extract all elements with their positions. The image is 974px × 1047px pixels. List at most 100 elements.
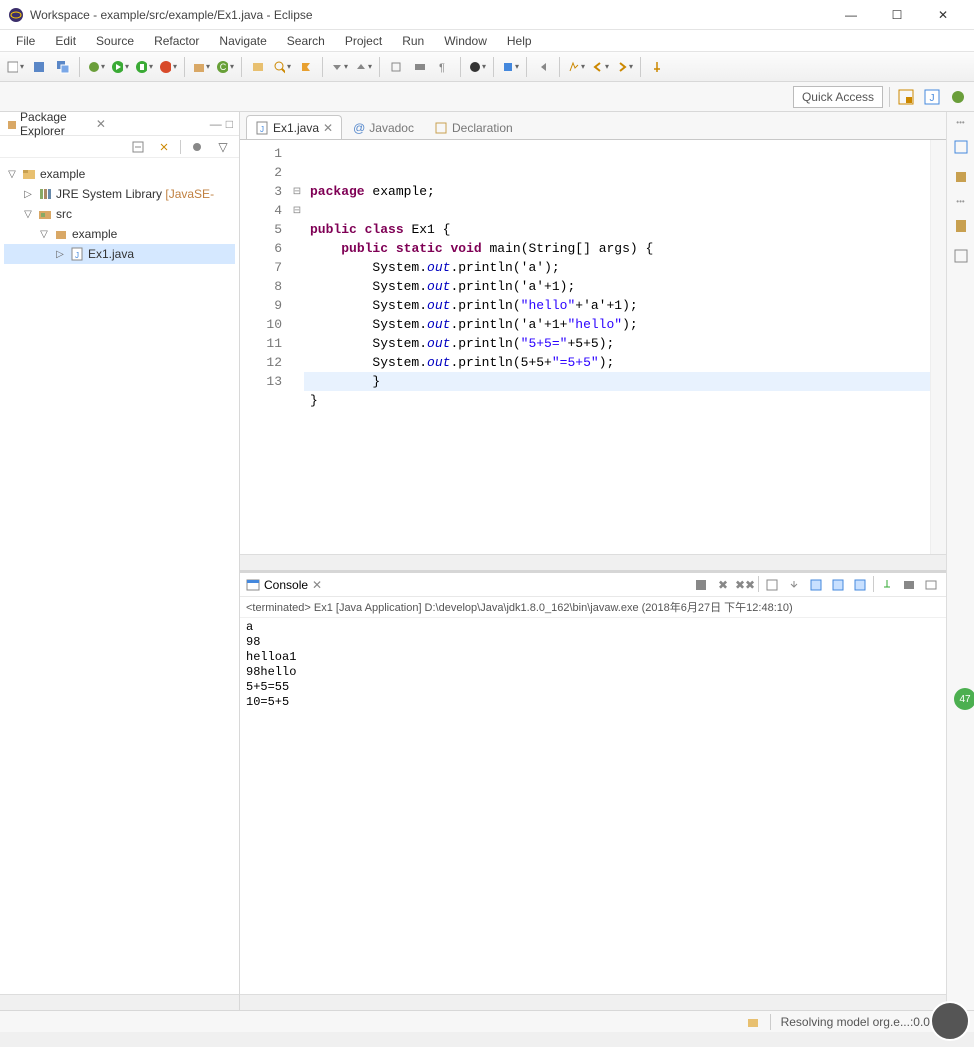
library-icon <box>38 187 52 201</box>
console-output[interactable]: a 98 helloa1 98hello 5+5=55 10=5+5 <box>240 618 946 994</box>
pin-button[interactable] <box>647 57 667 77</box>
tasks-view-icon[interactable] <box>951 167 971 187</box>
svg-text:J: J <box>260 125 264 134</box>
package-icon <box>6 117 16 131</box>
menu-source[interactable]: Source <box>86 31 144 51</box>
tree-project[interactable]: ▽ example <box>4 164 235 184</box>
link-editor-button[interactable] <box>154 137 174 157</box>
svg-text:¶: ¶ <box>439 62 445 74</box>
menu-refactor[interactable]: Refactor <box>144 31 209 51</box>
tree-src[interactable]: ▽ src <box>4 204 235 224</box>
menu-help[interactable]: Help <box>497 31 542 51</box>
forward-button[interactable] <box>614 57 634 77</box>
run-button[interactable] <box>110 57 130 77</box>
search-button[interactable] <box>272 57 292 77</box>
coverage-button[interactable] <box>134 57 154 77</box>
close-button[interactable]: ✕ <box>920 0 966 30</box>
console-tab[interactable]: Console ✕ <box>246 578 322 592</box>
tab-declaration[interactable]: Declaration <box>425 115 522 139</box>
src-folder-icon <box>38 207 52 221</box>
debug-button[interactable] <box>86 57 106 77</box>
toggle-block-button[interactable] <box>410 57 430 77</box>
new-package-button[interactable] <box>191 57 211 77</box>
pin-editor-button[interactable] <box>500 57 520 77</box>
package-explorer-tab[interactable]: Package Explorer ✕ <box>6 110 106 138</box>
menu-window[interactable]: Window <box>434 31 497 51</box>
next-annotation-button[interactable] <box>329 57 349 77</box>
prev-annotation-button[interactable] <box>353 57 373 77</box>
open-console-button[interactable] <box>922 576 940 594</box>
back-nav-button[interactable] <box>533 57 553 77</box>
menu-navigate[interactable]: Navigate <box>209 31 276 51</box>
tab-ex1[interactable]: J Ex1.java ✕ <box>246 115 342 139</box>
focus-task-button[interactable] <box>187 137 207 157</box>
console-title: Console <box>264 578 308 592</box>
scroll-lock-button[interactable] <box>785 576 803 594</box>
bookmarks-view-icon[interactable] <box>951 216 971 236</box>
view-menu-button[interactable]: ▽ <box>213 137 233 157</box>
ext-tools-button[interactable] <box>158 57 178 77</box>
display-console-button[interactable] <box>900 576 918 594</box>
code-editor[interactable]: 123 456 789 101112 13 ⊟⊟ package example… <box>240 140 946 554</box>
minimize-view-icon[interactable]: — <box>210 117 222 131</box>
close-console-icon[interactable]: ✕ <box>312 578 322 592</box>
remove-launch-button[interactable]: ✖ <box>714 576 732 594</box>
pin-console-button[interactable] <box>878 576 896 594</box>
toggle-mark-button[interactable] <box>386 57 406 77</box>
package-explorer-tree[interactable]: ▽ example ▷ JRE System Library [JavaSE- … <box>0 158 239 994</box>
fold-bar[interactable]: ⊟⊟ <box>290 140 304 554</box>
new-class-button[interactable]: C <box>215 57 235 77</box>
menu-search[interactable]: Search <box>277 31 335 51</box>
editor-hscroll[interactable] <box>240 554 946 570</box>
quick-access[interactable]: Quick Access <box>793 86 883 108</box>
saveall-button[interactable] <box>53 57 73 77</box>
code-text[interactable]: package example; public class Ex1 { publ… <box>304 140 930 554</box>
debug-perspective-button[interactable] <box>948 87 968 107</box>
java-file-icon: J <box>255 121 269 135</box>
new-button[interactable] <box>5 57 25 77</box>
tab-javadoc[interactable]: @Javadoc <box>344 115 423 139</box>
console-hscroll[interactable] <box>240 994 946 1010</box>
problems-view-icon[interactable] <box>951 246 971 266</box>
breadcrumb-toggle-button[interactable] <box>467 57 487 77</box>
console-view: Console ✕ ✖ ✖✖ <box>240 570 946 1010</box>
show-console-on-err-button[interactable] <box>851 576 869 594</box>
show-console-on-out-button[interactable] <box>829 576 847 594</box>
package-explorer-view: Package Explorer ✕ — □ ▽ ▽ example ▷ JRE <box>0 112 240 1010</box>
last-edit-button[interactable] <box>566 57 586 77</box>
tree-file-ex1[interactable]: ▷ J Ex1.java <box>4 244 235 264</box>
menu-edit[interactable]: Edit <box>45 31 86 51</box>
minimize-button[interactable]: — <box>828 0 874 30</box>
save-button[interactable] <box>29 57 49 77</box>
word-wrap-button[interactable] <box>807 576 825 594</box>
maximize-button[interactable]: ☐ <box>874 0 920 30</box>
tree-jre[interactable]: ▷ JRE System Library [JavaSE- <box>4 184 235 204</box>
open-task-button[interactable] <box>296 57 316 77</box>
maximize-view-icon[interactable]: □ <box>226 117 233 131</box>
clear-console-button[interactable] <box>763 576 781 594</box>
floating-badge[interactable]: 47 <box>954 688 974 710</box>
menu-project[interactable]: Project <box>335 31 392 51</box>
java-perspective-button[interactable]: J <box>922 87 942 107</box>
terminate-button[interactable] <box>692 576 710 594</box>
menu-run[interactable]: Run <box>392 31 434 51</box>
open-perspective-button[interactable] <box>896 87 916 107</box>
overview-ruler[interactable] <box>930 140 946 554</box>
right-trim: ••• ••• <box>946 112 974 1010</box>
back-button[interactable] <box>590 57 610 77</box>
project-icon <box>22 167 36 181</box>
show-whitespace-button[interactable]: ¶ <box>434 57 454 77</box>
open-type-button[interactable] <box>248 57 268 77</box>
menu-file[interactable]: File <box>6 31 45 51</box>
tree-package[interactable]: ▽ example <box>4 224 235 244</box>
remove-all-button[interactable]: ✖✖ <box>736 576 754 594</box>
close-view-icon[interactable]: ✕ <box>96 117 106 131</box>
eclipse-icon <box>8 7 24 23</box>
sidebar-hscroll[interactable] <box>0 994 239 1010</box>
outline-view-icon[interactable] <box>951 137 971 157</box>
close-tab-icon[interactable]: ✕ <box>323 121 333 135</box>
tab-label: Declaration <box>452 121 513 135</box>
build-icon <box>746 1015 760 1029</box>
collapse-all-button[interactable] <box>128 137 148 157</box>
package-icon <box>54 227 68 241</box>
